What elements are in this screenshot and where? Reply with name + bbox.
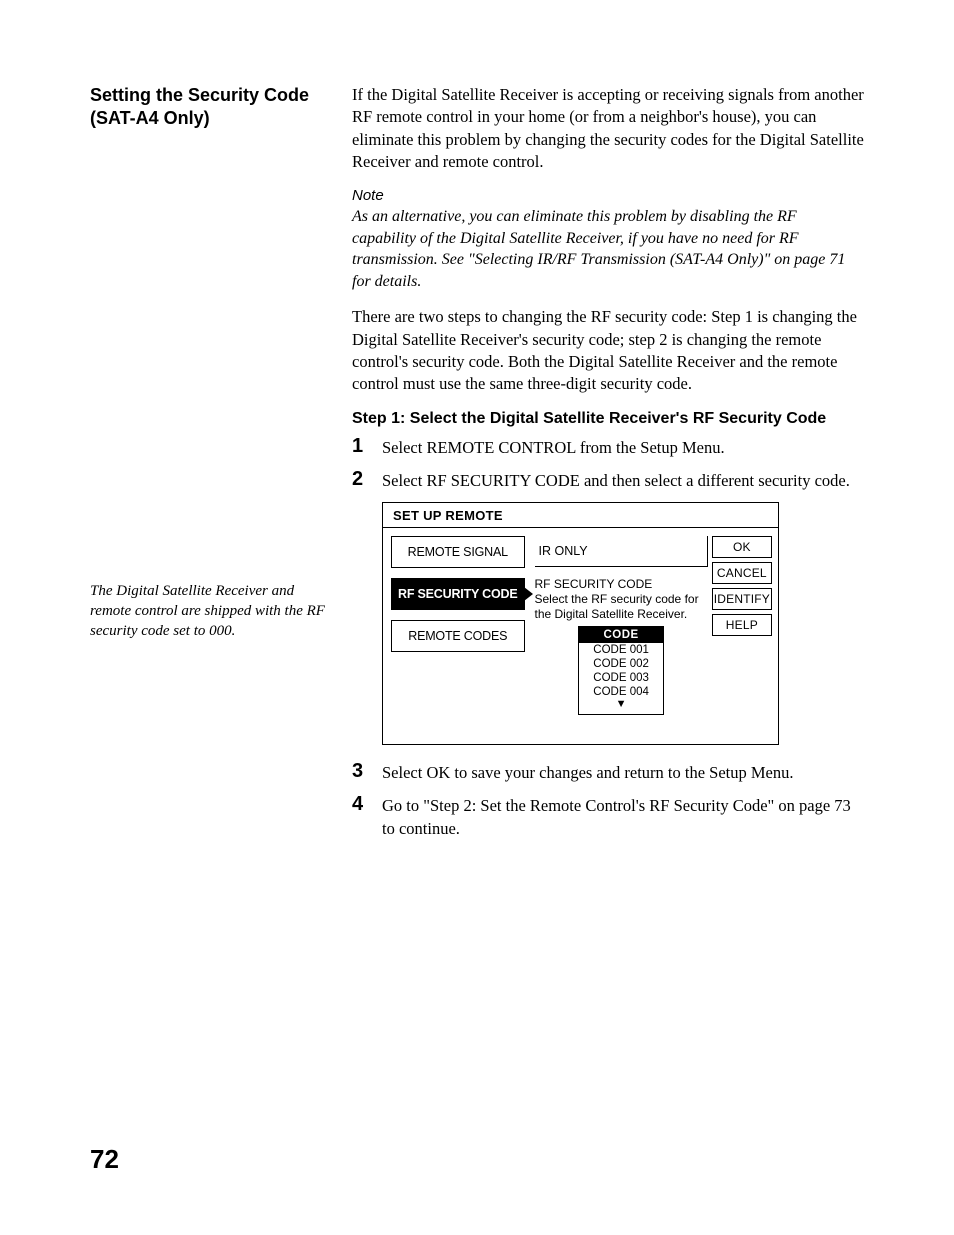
osd-diagram: SET UP REMOTE REMOTE SIGNAL RF SECURITY …: [382, 502, 779, 745]
step-list-a: 1 Select REMOTE CONTROL from the Setup M…: [352, 436, 864, 492]
code-item[interactable]: CODE 004: [579, 685, 663, 699]
osd-body: REMOTE SIGNAL RF SECURITY CODE REMOTE CO…: [383, 528, 778, 744]
step-1: 1 Select REMOTE CONTROL from the Setup M…: [352, 436, 864, 459]
scroll-down-icon[interactable]: ▼: [579, 699, 663, 710]
menu-item-rf-security-code[interactable]: RF SECURITY CODE: [391, 578, 525, 610]
step-text: Select RF SECURITY CODE and then select …: [382, 471, 850, 490]
step-list-b: 3 Select OK to save your changes and ret…: [352, 761, 864, 840]
osd-right-buttons: OK CANCEL IDENTIFY HELP: [712, 536, 772, 736]
code-list[interactable]: CODE CODE 001 CODE 002 CODE 003 CODE 004…: [578, 626, 664, 715]
margin-note: The Digital Satellite Receiver and remot…: [90, 581, 334, 642]
step-3: 3 Select OK to save your changes and ret…: [352, 761, 864, 784]
step1-heading: Step 1: Select the Digital Satellite Rec…: [352, 410, 864, 428]
section-title: Setting the Security Code (SAT-A4 Only): [90, 84, 334, 131]
step-number: 3: [352, 757, 363, 785]
step-number: 2: [352, 465, 363, 493]
osd-desc-body: Select the RF security code for the Digi…: [535, 592, 708, 622]
ok-button[interactable]: OK: [712, 536, 772, 558]
code-header: CODE: [579, 627, 663, 643]
step-text: Select REMOTE CONTROL from the Setup Men…: [382, 438, 725, 457]
note-text: As an alternative, you can eliminate thi…: [352, 206, 864, 292]
note-label: Note: [352, 187, 864, 204]
osd-mid-panel: IR ONLY RF SECURITY CODE Select the RF s…: [525, 536, 712, 736]
main-content: If the Digital Satellite Receiver is acc…: [352, 84, 864, 850]
step-text: Go to "Step 2: Set the Remote Control's …: [382, 796, 851, 838]
remote-signal-value: IR ONLY: [535, 536, 708, 567]
osd-title: SET UP REMOTE: [383, 503, 778, 528]
step-text: Select OK to save your changes and retur…: [382, 763, 793, 782]
sidebar: Setting the Security Code (SAT-A4 Only) …: [90, 84, 352, 850]
menu-item-remote-signal[interactable]: REMOTE SIGNAL: [391, 536, 525, 568]
step-number: 1: [352, 432, 363, 460]
code-item[interactable]: CODE 003: [579, 671, 663, 685]
page-number: 72: [90, 1144, 119, 1175]
overview-paragraph: There are two steps to changing the RF s…: [352, 306, 864, 395]
menu-item-remote-codes[interactable]: REMOTE CODES: [391, 620, 525, 652]
identify-button[interactable]: IDENTIFY: [712, 588, 772, 610]
page: Setting the Security Code (SAT-A4 Only) …: [0, 0, 954, 1235]
osd-desc-header: RF SECURITY CODE: [535, 577, 708, 592]
code-item[interactable]: CODE 002: [579, 657, 663, 671]
step-4: 4 Go to "Step 2: Set the Remote Control'…: [352, 794, 864, 840]
code-item[interactable]: CODE 001: [579, 643, 663, 657]
step-2: 2 Select RF SECURITY CODE and then selec…: [352, 469, 864, 492]
help-button[interactable]: HELP: [712, 614, 772, 636]
step-number: 4: [352, 790, 363, 818]
two-column-layout: Setting the Security Code (SAT-A4 Only) …: [90, 84, 864, 850]
osd-left-menu: REMOTE SIGNAL RF SECURITY CODE REMOTE CO…: [391, 536, 525, 736]
osd-description: RF SECURITY CODE Select the RF security …: [535, 577, 708, 622]
intro-paragraph: If the Digital Satellite Receiver is acc…: [352, 84, 864, 173]
cancel-button[interactable]: CANCEL: [712, 562, 772, 584]
